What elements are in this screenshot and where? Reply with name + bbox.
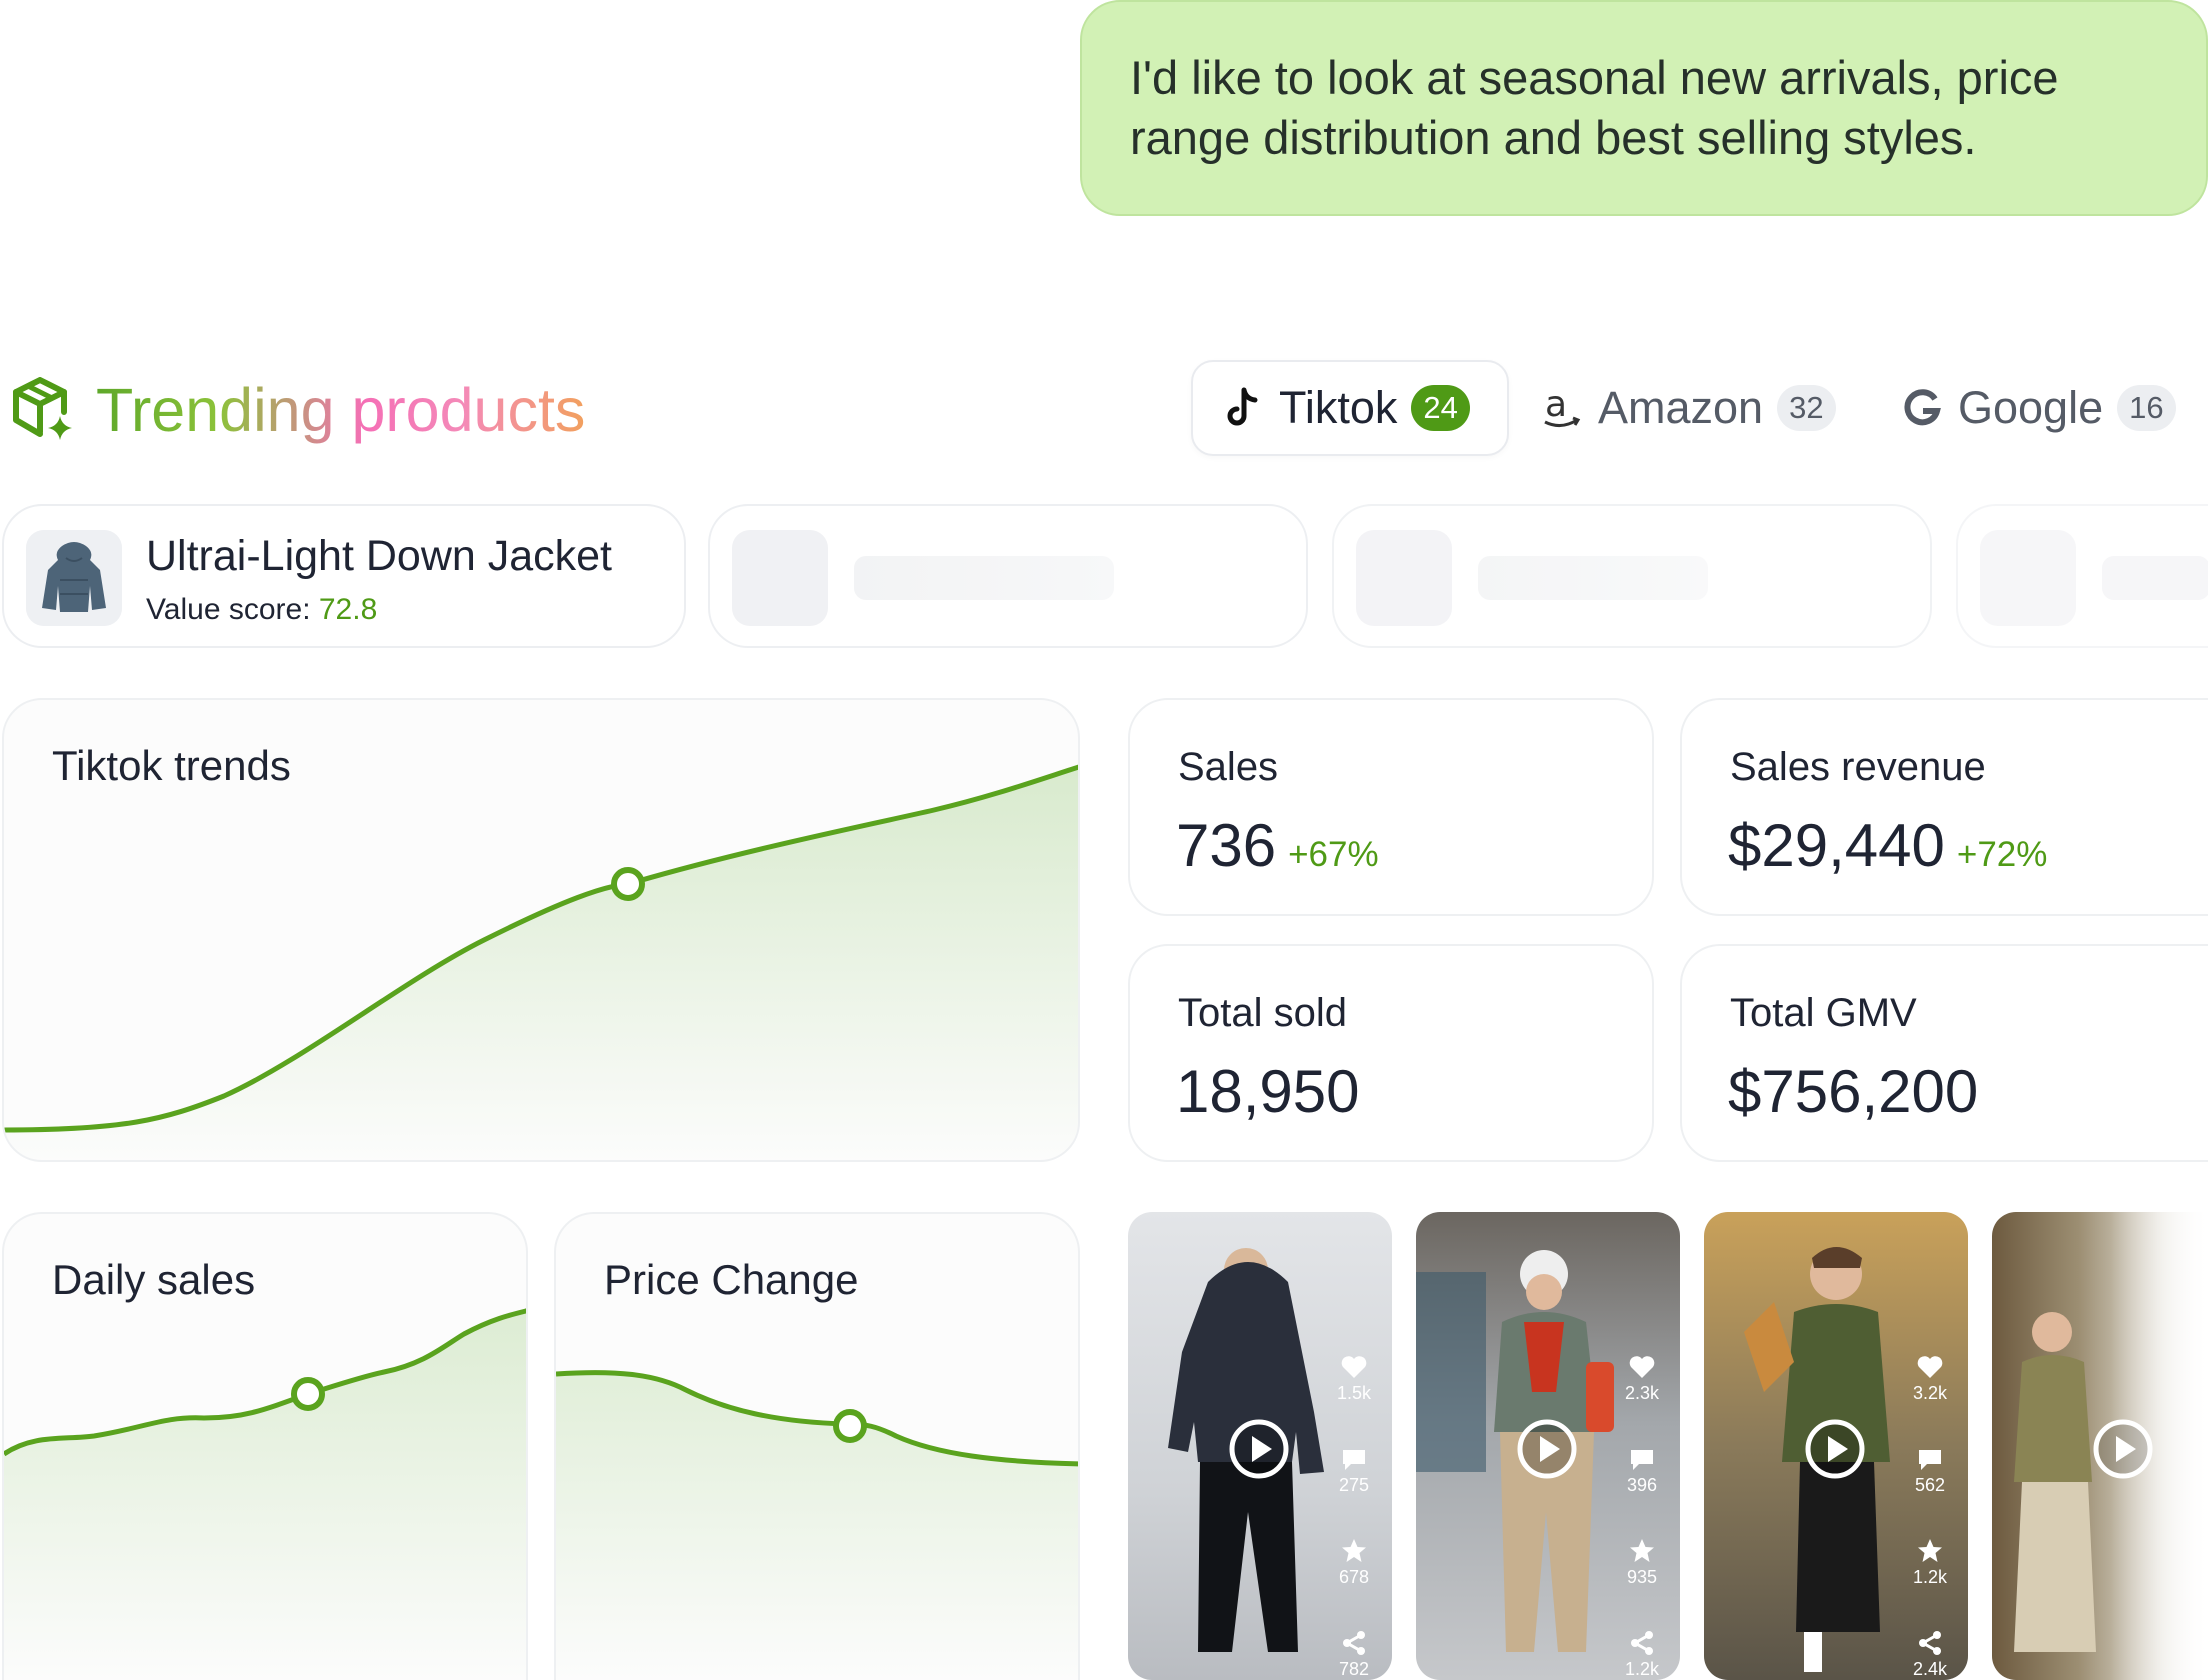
tab-tiktok-label: Tiktok	[1279, 382, 1398, 433]
price-change-marker	[833, 1409, 867, 1443]
comments-count: 396	[1626, 1475, 1658, 1495]
comments-count: 275	[1338, 1475, 1370, 1495]
total-gmv-value: $756,200	[1728, 1058, 1979, 1125]
likes-count: 3.2k	[1912, 1383, 1948, 1403]
share-icon[interactable]	[1627, 1628, 1657, 1658]
value-score-number: 72.8	[318, 593, 378, 626]
page-title: Trending products	[96, 370, 585, 450]
trend-marker	[611, 867, 645, 901]
svg-text:a: a	[1545, 386, 1567, 425]
likes-count: 1.5k	[1336, 1383, 1372, 1403]
sales-revenue-value: $29,440	[1728, 812, 1945, 879]
product-card-placeholder[interactable]	[708, 504, 1308, 648]
video-stats: 3.2k 562 1.2k 2.4k	[1906, 1352, 1954, 1680]
sales-label: Sales	[1178, 745, 1279, 789]
tab-amazon-label: Amazon	[1598, 382, 1764, 433]
total-sold-stat-card: Total sold 18,950	[1128, 944, 1654, 1162]
sales-value: 736	[1176, 812, 1277, 879]
comment-icon[interactable]	[1627, 1444, 1657, 1474]
favorites-count: 935	[1626, 1567, 1658, 1587]
play-icon[interactable]	[1516, 1418, 1578, 1480]
video-stats: 1.5k 275 678 782	[1330, 1352, 1378, 1680]
tab-tiktok[interactable]: Tiktok 24	[1191, 360, 1509, 456]
tiktok-icon	[1221, 386, 1265, 430]
total-sold-label: Total sold	[1178, 991, 1347, 1035]
daily-sales-area	[4, 1310, 526, 1680]
placeholder-thumbnail	[1980, 530, 2076, 626]
placeholder-text	[2102, 556, 2208, 600]
video-stats: 2.3k 396 935 1.2k	[1618, 1352, 1666, 1680]
favorites-count: 678	[1338, 1567, 1370, 1587]
share-icon[interactable]	[1915, 1628, 1945, 1658]
video-thumbnail[interactable]: 2.3k 396 935 1.2k	[1416, 1212, 1680, 1680]
product-name: Ultrai-Light Down Jacket	[146, 532, 613, 580]
tab-google-label: Google	[1958, 382, 2104, 433]
tab-amazon-count: 32	[1777, 385, 1836, 431]
daily-sales-marker	[291, 1377, 325, 1411]
amazon-icon: a	[1540, 386, 1584, 430]
google-icon	[1900, 386, 1944, 430]
sales-revenue-value-row: $29,440 +72%	[1728, 806, 2047, 895]
sales-delta: +67%	[1288, 835, 1379, 874]
product-card-placeholder[interactable]	[1956, 504, 2208, 648]
daily-sales-card: Daily sales	[2, 1212, 528, 1680]
heart-icon[interactable]	[1915, 1352, 1945, 1382]
trend-area	[4, 767, 1078, 1160]
tab-tiktok-count: 24	[1411, 385, 1470, 431]
product-thumbnail	[26, 530, 122, 626]
shares-count: 782	[1338, 1659, 1370, 1679]
play-icon[interactable]	[1804, 1418, 1866, 1480]
heart-icon[interactable]	[1627, 1352, 1657, 1382]
sales-revenue-delta: +72%	[1956, 835, 2048, 874]
price-change-area	[556, 1372, 1078, 1680]
price-change-card: Price Change	[554, 1212, 1080, 1680]
total-gmv-stat-card: Total GMV $756,200	[1680, 944, 2208, 1162]
tab-google-count: 16	[2117, 385, 2176, 431]
video-thumbnail[interactable]: 1.5k 275 678 782	[1128, 1212, 1392, 1680]
sales-value-row: 736 +67%	[1176, 806, 1379, 895]
heart-icon[interactable]	[1339, 1352, 1369, 1382]
placeholder-text	[854, 556, 1114, 600]
tiktok-trends-title: Tiktok trends	[52, 742, 291, 789]
star-icon[interactable]	[1915, 1536, 1945, 1566]
share-icon[interactable]	[1339, 1628, 1369, 1658]
chat-message-bubble: I'd like to look at seasonal new arrival…	[1080, 0, 2208, 216]
shares-count: 1.2k	[1624, 1659, 1660, 1679]
placeholder-text	[1478, 556, 1708, 600]
shares-count: 2.4k	[1912, 1659, 1948, 1679]
play-icon[interactable]	[1228, 1418, 1290, 1480]
cube-sparkle-icon	[13, 377, 72, 440]
comments-count: 562	[1914, 1475, 1946, 1495]
daily-sales-title: Daily sales	[52, 1256, 256, 1303]
favorites-count: 1.2k	[1912, 1567, 1948, 1587]
tab-amazon[interactable]: a Amazon 32	[1540, 360, 1840, 456]
placeholder-thumbnail	[732, 530, 828, 626]
sales-revenue-label: Sales revenue	[1730, 745, 1986, 789]
sales-stat-card: Sales 736 +67%	[1128, 698, 1654, 916]
comment-icon[interactable]	[1915, 1444, 1945, 1474]
total-gmv-label: Total GMV	[1730, 991, 1917, 1035]
placeholder-thumbnail	[1356, 530, 1452, 626]
likes-count: 2.3k	[1624, 1383, 1660, 1403]
play-icon[interactable]	[2092, 1418, 2154, 1480]
total-sold-value: 18,950	[1176, 1058, 1360, 1125]
product-card-selected[interactable]: Ultrai-Light Down Jacket Value score: 72…	[2, 504, 686, 648]
star-icon[interactable]	[1339, 1536, 1369, 1566]
video-thumbnail[interactable]	[1992, 1212, 2208, 1680]
sales-revenue-stat-card: Sales revenue $29,440 +72%	[1680, 698, 2208, 916]
star-icon[interactable]	[1627, 1536, 1657, 1566]
value-score-label: Value score:	[146, 593, 311, 626]
comment-icon[interactable]	[1339, 1444, 1369, 1474]
product-card-placeholder[interactable]	[1332, 504, 1932, 648]
price-change-title: Price Change	[604, 1256, 859, 1303]
video-thumbnail[interactable]: 3.2k 562 1.2k 2.4k	[1704, 1212, 1968, 1680]
tiktok-trends-card: Tiktok trends	[2, 698, 1080, 1162]
jacket-image	[26, 530, 122, 626]
value-score: Value score: 72.8	[146, 590, 377, 630]
tab-google[interactable]: Google 16	[1900, 360, 2200, 456]
